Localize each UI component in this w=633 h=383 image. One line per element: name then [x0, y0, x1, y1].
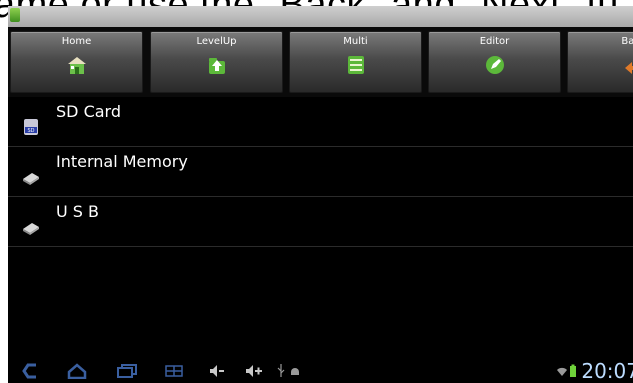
recent-apps-icon[interactable]	[116, 363, 138, 379]
battery-icon	[570, 364, 576, 377]
list-item-label: Internal Memory	[56, 152, 188, 171]
usb-icon	[277, 364, 285, 377]
editor-button[interactable]: Editor	[428, 31, 561, 93]
back-button-label: Back	[621, 36, 633, 47]
svg-text:SD: SD	[27, 128, 34, 134]
drive-icon	[23, 173, 39, 185]
editor-icon	[486, 56, 504, 74]
file-manager-toolbar: Home LevelUp Multi Editor Ba	[8, 27, 633, 97]
editor-button-label: Editor	[479, 36, 510, 47]
top-status-bar	[8, 6, 633, 27]
multi-select-icon	[348, 56, 364, 74]
wifi-icon	[557, 367, 567, 376]
home-nav-icon[interactable]	[66, 363, 88, 379]
storage-list: SD SD Card Internal Memory U S B	[8, 97, 633, 247]
android-debug-icon	[291, 368, 299, 375]
multi-button-label: Multi	[343, 36, 368, 47]
menu-grid-icon[interactable]	[164, 363, 184, 379]
app-icon	[10, 8, 20, 22]
list-item[interactable]: U S B	[8, 197, 633, 247]
back-nav-icon[interactable]	[22, 363, 42, 379]
status-clock: 20:07	[581, 359, 633, 383]
home-button-label: Home	[61, 36, 92, 47]
volume-up-icon[interactable]	[244, 363, 264, 379]
list-item-label: SD Card	[56, 102, 121, 121]
home-icon	[68, 57, 86, 74]
list-item-label: U S B	[56, 202, 100, 221]
list-item[interactable]: Internal Memory	[8, 147, 633, 197]
list-item[interactable]: SD SD Card	[8, 97, 633, 147]
levelup-button[interactable]: LevelUp	[150, 31, 283, 93]
device-screen: Home LevelUp Multi Editor Ba SD SD Card …	[8, 6, 633, 383]
volume-down-icon[interactable]	[208, 363, 226, 379]
level-up-icon	[209, 58, 225, 74]
system-navigation-bar: 20:07	[8, 359, 633, 383]
multi-button[interactable]: Multi	[289, 31, 422, 93]
drive-icon	[23, 223, 39, 235]
back-icon	[625, 62, 633, 74]
home-button[interactable]: Home	[10, 31, 143, 93]
back-button[interactable]: Back	[567, 31, 633, 93]
levelup-button-label: LevelUp	[196, 36, 237, 47]
sd-card-icon: SD	[24, 119, 38, 135]
